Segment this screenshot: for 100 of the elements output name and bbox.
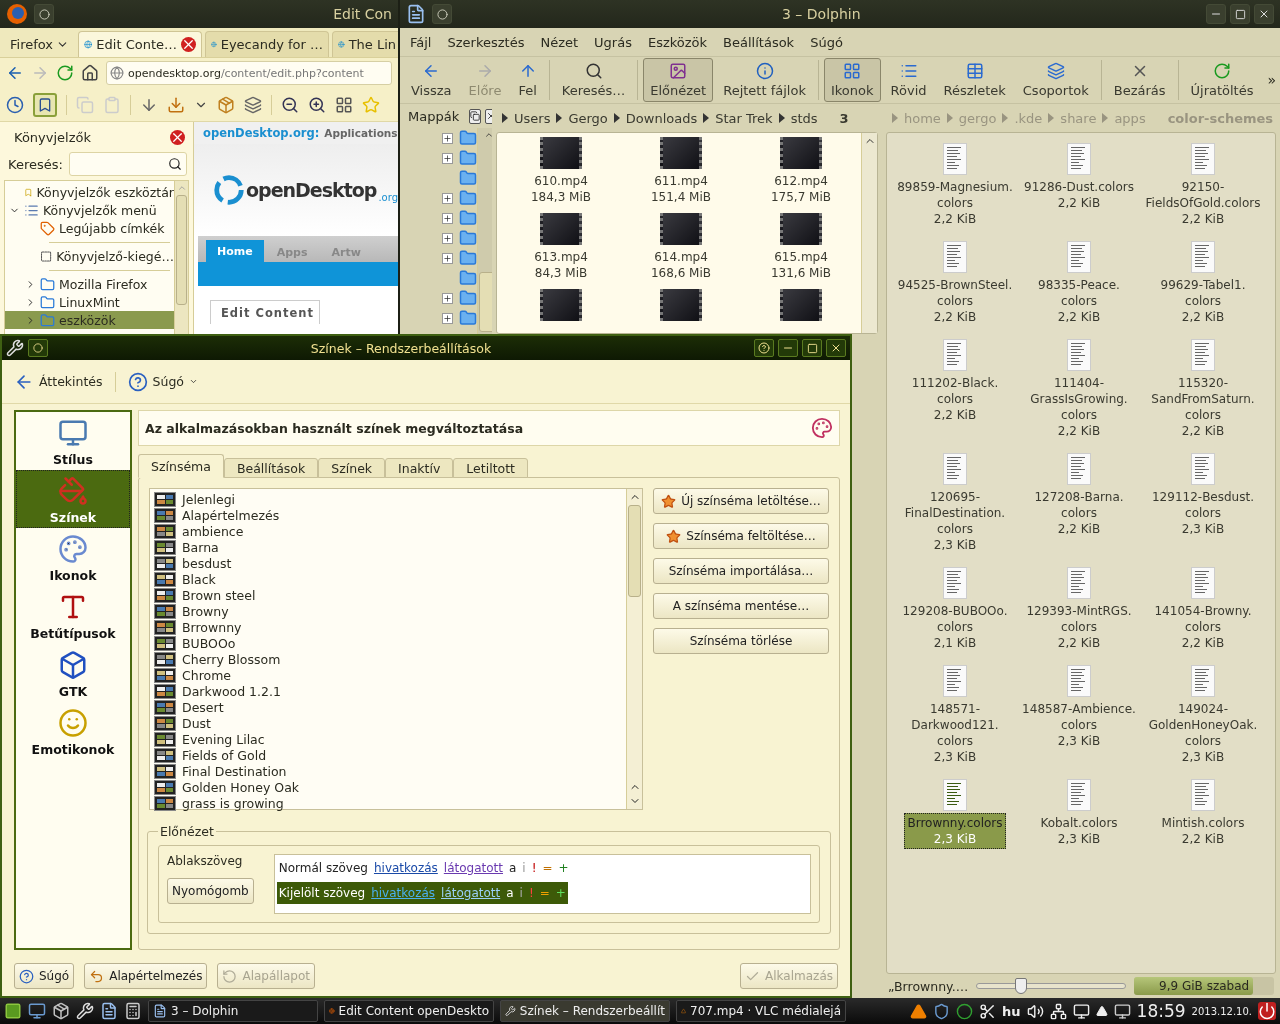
expander[interactable] [442, 232, 453, 244]
minimize-button[interactable] [778, 339, 798, 357]
help-menu-button[interactable]: Súgó [123, 367, 202, 396]
scheme-item[interactable]: besdust [154, 555, 622, 571]
toolbar-button[interactable]: Rejtett fájlok [716, 58, 813, 102]
module-item[interactable]: Betűtípusok [16, 586, 130, 644]
scissors-icon[interactable] [979, 1002, 997, 1020]
layers-icon[interactable] [244, 95, 262, 114]
file-item[interactable]: 129393-MintRGS.colors 2,2 KiB [1018, 601, 1140, 653]
scheme-item[interactable]: Barna [154, 539, 622, 555]
zoom-in-icon[interactable] [308, 95, 326, 114]
volume-icon[interactable] [1026, 1002, 1044, 1020]
scheme-button[interactable]: Színséma feltöltése… [653, 523, 829, 549]
file-item[interactable]: Brrownny.colors 2,3 KiB [904, 813, 1006, 849]
back-icon[interactable] [6, 64, 24, 82]
browser-tab[interactable]: Eyecandy for … [205, 31, 330, 57]
sample-visited-link[interactable]: látogatott [441, 886, 501, 900]
file-item[interactable]: 120695-FinalDestination.colors 2,3 KiB [894, 487, 1016, 555]
tools-icon[interactable] [76, 1002, 94, 1020]
file-item[interactable]: 129112-Besdust.colors 2,3 KiB [1142, 487, 1264, 539]
shield-icon[interactable] [933, 1002, 951, 1020]
scheme-item[interactable]: Brrownny [154, 619, 622, 635]
close-button[interactable] [826, 339, 846, 357]
content-tab[interactable]: Edit Content [210, 300, 320, 324]
module-item[interactable]: Stílus [16, 412, 130, 470]
start-menu-icon[interactable] [4, 1002, 22, 1020]
menu-item[interactable]: Szerkesztés [447, 34, 525, 50]
expander[interactable] [442, 292, 453, 304]
taskbar-task[interactable]: Edit Content openDeskto [324, 1000, 494, 1022]
file-item[interactable]: 129208-BUBOOo.colors 2,1 KiB [894, 601, 1016, 653]
scheme-item[interactable]: Chrome [154, 667, 622, 683]
reload-icon[interactable] [56, 64, 74, 82]
scheme-button[interactable]: A színséma mentése… [653, 593, 829, 619]
expander[interactable] [442, 212, 453, 224]
scheme-button[interactable]: Új színséma letöltése… [653, 488, 829, 514]
menu-item[interactable]: Súgó [810, 34, 843, 50]
home-icon[interactable] [81, 64, 99, 82]
menu-item[interactable]: Fájl [410, 34, 432, 50]
scrollbar[interactable] [626, 489, 642, 809]
module-item[interactable]: Színek [16, 470, 130, 528]
scheme-item[interactable]: BUBOOo [154, 635, 622, 651]
scheme-item[interactable]: Darkwood 1.2.1 [154, 683, 622, 699]
toolbar-button[interactable]: Előnézet [643, 58, 714, 102]
clock-time[interactable]: 18:59 [1136, 1001, 1186, 1021]
scrollbar[interactable] [861, 133, 877, 333]
breadcrumb[interactable]: Star Trek [715, 110, 773, 126]
scheme-item[interactable]: Final Destination [154, 763, 622, 779]
bookmark-item[interactable]: LinuxMint [5, 293, 174, 311]
expander[interactable] [442, 312, 453, 324]
browser-tab[interactable]: The Lin [332, 31, 398, 57]
breadcrumb[interactable]: Users [514, 110, 551, 126]
tab[interactable]: Inaktív [385, 458, 454, 478]
bookmark-item[interactable]: eszközök [5, 311, 174, 329]
scheme-item[interactable]: ambience [154, 523, 622, 539]
toolbar-button[interactable]: Újratöltés [1183, 58, 1261, 102]
download-icon[interactable] [167, 95, 185, 114]
file-item[interactable]: 614.mp4 168,6 MiB [647, 247, 715, 283]
scheme-button[interactable]: Színséma törlése [653, 628, 829, 654]
maximize-button[interactable] [1230, 4, 1250, 24]
file-item[interactable]: 99629-Tabel1.colors 2,2 KiB [1142, 275, 1264, 327]
scheme-item[interactable]: Jelenlegi [154, 491, 622, 507]
taskbar-task[interactable]: Színek – Rendszerbeállít [500, 1000, 670, 1022]
overview-button[interactable]: Áttekintés [10, 367, 107, 396]
menu-item[interactable]: Beállítások [723, 34, 795, 50]
expander[interactable] [442, 132, 453, 144]
menu-item[interactable]: Eszközök [647, 34, 708, 50]
file-item[interactable]: 89859-Magnesium.colors 2,2 KiB [894, 177, 1016, 229]
toolbar-button[interactable]: Csoportok [1015, 58, 1096, 102]
scheme-item[interactable]: Fields of Gold [154, 747, 622, 763]
history-icon[interactable] [6, 95, 24, 114]
network-icon[interactable] [1049, 1002, 1067, 1020]
scrollbar[interactable] [174, 181, 188, 334]
bookmark-item[interactable]: Legújabb címkék [5, 219, 174, 237]
calculator-icon[interactable] [124, 1002, 142, 1020]
star-icon[interactable] [362, 95, 380, 114]
scrollbar-thumb[interactable] [176, 195, 187, 305]
breadcrumb[interactable]: Gergo [568, 110, 608, 126]
file-manager-icon[interactable] [100, 1002, 118, 1020]
module-item[interactable]: GTK [16, 644, 130, 702]
sample-visited-link[interactable]: látogatott [443, 861, 503, 875]
scheme-item[interactable]: Golden Honey Oak [154, 779, 622, 795]
expander[interactable] [442, 192, 453, 204]
search-field[interactable] [68, 152, 187, 176]
toolbar-button[interactable]: Fel [511, 58, 544, 102]
scheme-item[interactable]: Cherry Blossom [154, 651, 622, 667]
bookmark-item[interactable]: Könyvjelző-kiegé… [5, 247, 174, 265]
file-item[interactable]: 111202-Black.colors 2,2 KiB [894, 373, 1016, 425]
breadcrumb[interactable]: 3 [839, 110, 849, 126]
file-item[interactable]: 94525-BrownSteel.colors 2,2 KiB [894, 275, 1016, 327]
window-menu-button[interactable] [28, 339, 48, 357]
file-item[interactable]: 149024-GoldenHoneyOak.colors 2,3 KiB [1142, 699, 1264, 767]
bookmark-item[interactable]: Könyvjelzők menü [5, 201, 174, 219]
show-desktop-icon[interactable] [28, 1002, 46, 1020]
scheme-button[interactable]: Színséma importálása… [653, 558, 829, 584]
bookmark-item[interactable]: Könyvjelzők eszköztár [5, 183, 174, 201]
tab[interactable]: Színséma [138, 454, 224, 478]
footer-button[interactable]: Alapértelmezés [84, 963, 208, 989]
cone-icon[interactable] [910, 1002, 928, 1020]
expand-tray-icon[interactable] [1095, 1005, 1108, 1017]
clock-date[interactable]: 2013.12.10. [1191, 1005, 1252, 1017]
